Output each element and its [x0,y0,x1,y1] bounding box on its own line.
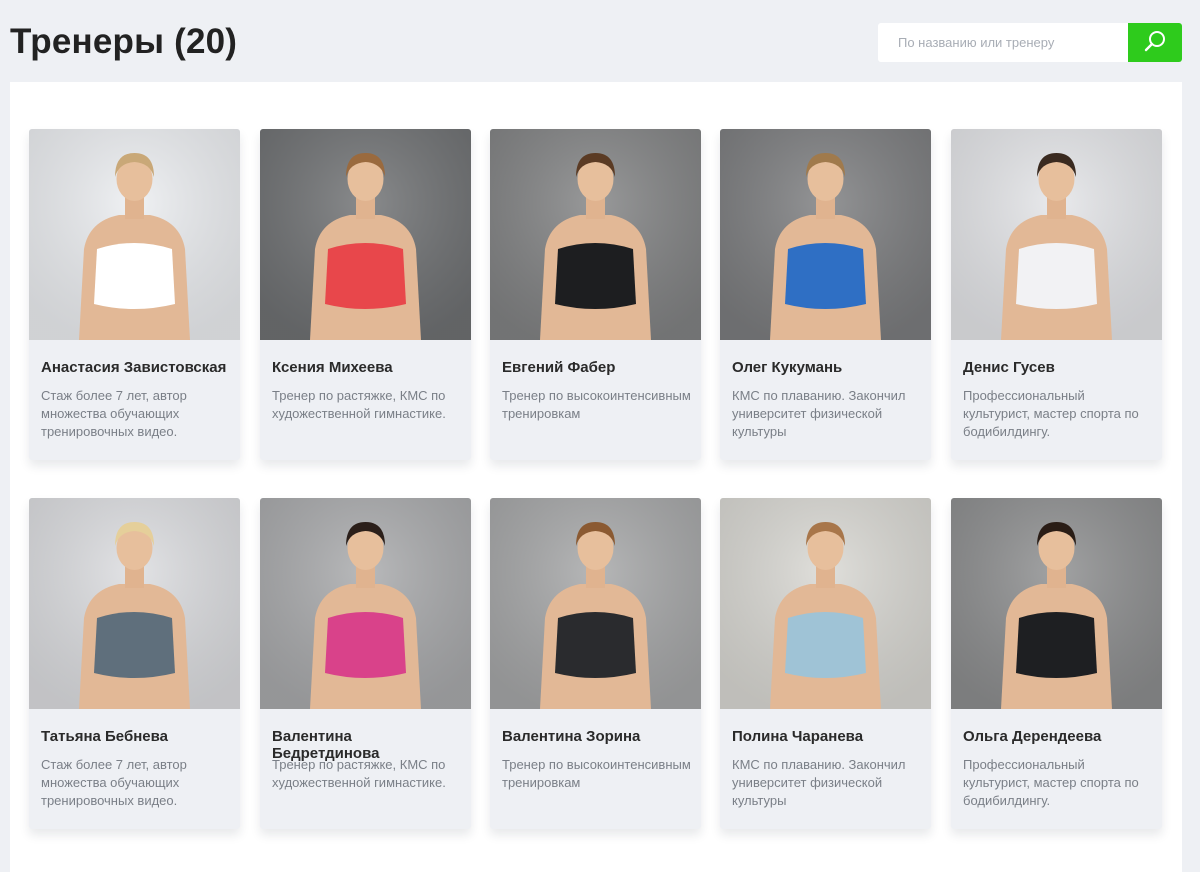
trainer-description: КМС по плаванию. Закончил университет фи… [732,388,906,439]
trainer-name[interactable]: Татьяна Бебнева [41,728,232,745]
trainer-name[interactable]: Анастасия Завистовская [41,359,232,376]
trainer-photo[interactable] [29,498,240,709]
trainer-name[interactable]: Олег Кукумань [732,359,923,376]
trainer-description: Тренер по высокоинтенсивным тренировкам [502,388,691,421]
trainer-photo[interactable] [720,498,931,709]
trainer-description: Тренер по высокоинтенсивным тренировкам [502,757,691,790]
trainer-name[interactable]: Ксения Михеева [272,359,463,376]
trainer-photo[interactable] [951,498,1162,709]
trainer-card[interactable]: Олег Кукумань КМС по плаванию. Закончил у… [720,129,931,460]
trainer-photo[interactable] [29,129,240,340]
page-title: Тренеры (20) [10,22,238,61]
trainer-card[interactable]: Полина Чаранева КМС по плаванию. Закончил… [720,498,931,829]
trainer-description: Профессиональный культурист, мастер спор… [963,388,1139,439]
trainer-photo[interactable] [260,129,471,340]
trainer-name[interactable]: Ольга Дерендеева [963,728,1154,745]
trainer-description: КМС по плаванию. Закончил университет фи… [732,757,906,808]
trainer-card[interactable]: Валентина Бедретдинова Тренер по растяжке… [260,498,471,829]
trainer-photo[interactable] [260,498,471,709]
trainers-grid: Анастасия Завистовская Стаж более 7 лет, … [10,82,1182,872]
trainer-name[interactable]: Евгений Фабер [502,359,693,376]
trainer-description: Профессиональный культурист, мастер спор… [963,757,1139,808]
trainer-photo[interactable] [720,129,931,340]
trainer-description: Тренер по растяжке, КМС по художественно… [272,388,446,421]
trainer-description: Стаж более 7 лет, автор множества обучаю… [41,757,187,808]
trainer-photo[interactable] [951,129,1162,340]
trainer-photo[interactable] [490,129,701,340]
trainer-description: Тренер по растяжке, КМС по художественно… [272,757,446,790]
trainer-card[interactable]: Ксения Михеева Тренер по растяжке, КМС по… [260,129,471,460]
trainer-name[interactable]: Валентина Зорина [502,728,693,745]
trainer-description: Стаж более 7 лет, автор множества обучаю… [41,388,187,439]
trainer-name[interactable]: Денис Гусев [963,359,1154,376]
trainer-photo[interactable] [490,498,701,709]
trainer-card[interactable]: Анастасия Завистовская Стаж более 7 лет, … [29,129,240,460]
trainer-card[interactable]: Татьяна Бебнева Стаж более 7 лет, автор м… [29,498,240,829]
trainer-card[interactable]: Евгений Фабер Тренер по высокоинтенсивным… [490,129,701,460]
search-bar [878,23,1182,62]
search-input[interactable] [878,23,1128,62]
search-button[interactable] [1128,23,1182,62]
trainer-card[interactable]: Денис Гусев Профессиональный культурист, … [951,129,1162,460]
trainer-name[interactable]: Полина Чаранева [732,728,923,745]
trainer-card[interactable]: Ольга Дерендеева Профессиональный культур… [951,498,1162,829]
search-icon [1143,29,1167,56]
trainer-card[interactable]: Валентина Зорина Тренер по высокоинтенсив… [490,498,701,829]
